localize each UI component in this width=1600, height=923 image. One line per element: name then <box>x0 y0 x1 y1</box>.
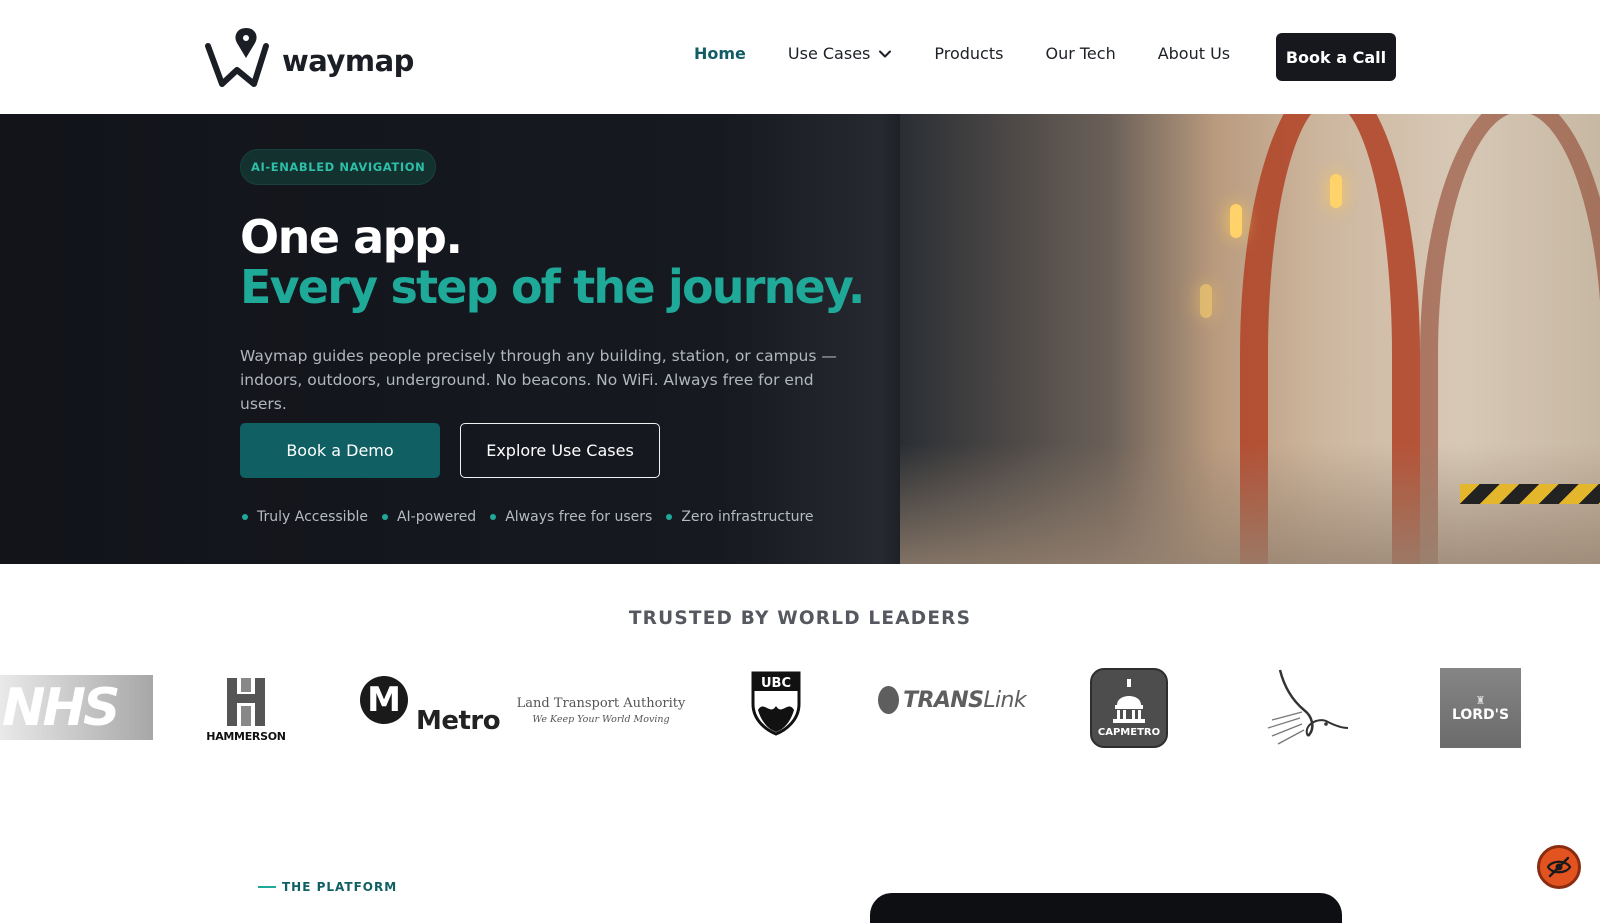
nhs-logo: NHS <box>0 675 153 740</box>
book-a-demo-button[interactable]: Book a Demo <box>240 423 440 478</box>
feature-item: Zero infrastructure <box>666 509 814 525</box>
ubc-logo: UBC <box>750 670 802 736</box>
waymap-logo-icon <box>205 28 269 87</box>
feature-item: AI-powered <box>381 509 477 525</box>
bullet-dot-icon <box>490 514 497 520</box>
hero-headline-line2: Every step of the journey. <box>240 260 865 314</box>
metro-wordmark: Metro <box>416 706 501 736</box>
top-navigation: waymap Home Use Cases Products Our Tech … <box>0 0 1600 114</box>
lta-logo: Land Transport Authority We Keep Your Wo… <box>517 682 686 738</box>
light-decor <box>1330 174 1342 208</box>
explore-use-cases-button[interactable]: Explore Use Cases <box>460 423 660 478</box>
hammerson-mark-icon <box>227 677 265 726</box>
brand-name: waymap <box>282 44 414 78</box>
platform-preview-card <box>870 893 1342 923</box>
nav-home[interactable]: Home <box>694 44 746 63</box>
trusted-title: TRUSTED BY WORLD LEADERS <box>628 608 972 629</box>
bird-icon <box>1267 669 1349 745</box>
hammerson-wordmark: HAMMERSON <box>206 729 286 743</box>
book-a-call-button[interactable]: Book a Call <box>1276 33 1396 81</box>
eye-slash-icon <box>1546 856 1572 878</box>
nav-use-cases[interactable]: Use Cases <box>788 44 892 63</box>
feature-item: Truly Accessible <box>242 509 368 525</box>
capmetro-wordmark: CAPMETRO <box>1097 726 1161 738</box>
capitol-building-icon <box>1113 678 1145 723</box>
accessibility-toggle-button[interactable] <box>1537 845 1581 889</box>
bullet-dot-icon <box>666 514 673 520</box>
waymap-logo[interactable]: waymap <box>204 26 414 88</box>
bullet-dot-icon <box>242 514 248 520</box>
lta-tagline: We Keep Your World Moving <box>532 713 670 725</box>
light-decor <box>1200 284 1212 318</box>
metro-logo: M Metro <box>360 676 501 740</box>
lords-logo: ♜ LORD'S <box>1440 668 1521 748</box>
main-menu: Home Use Cases Products Our Tech About U… <box>694 44 1272 63</box>
hero-image <box>900 114 1600 564</box>
eyebrow-line-decor <box>258 886 276 888</box>
bird-logo <box>1262 666 1352 750</box>
nav-products[interactable]: Products <box>934 44 1003 63</box>
ubc-shield-icon: UBC <box>751 671 801 736</box>
feature-label: Truly Accessible <box>257 509 368 525</box>
lords-crest-icon: ♜ <box>1475 693 1486 707</box>
floor-decor <box>900 444 1600 564</box>
feature-list: Truly Accessible AI-powered Always free … <box>242 509 828 525</box>
translink-mark-icon <box>878 686 900 714</box>
capmetro-logo: CAPMETRO <box>1090 668 1168 748</box>
feature-item: Always free for users <box>490 509 652 525</box>
nav-our-tech[interactable]: Our Tech <box>1045 44 1115 63</box>
translink-wordmark-bold: TRANS <box>903 687 984 713</box>
hero-section: AI-ENABLED NAVIGATION One app. Every ste… <box>0 114 1600 564</box>
lords-wordmark: LORD'S <box>1451 706 1510 723</box>
chevron-down-icon <box>879 50 892 57</box>
nav-use-cases-label: Use Cases <box>787 44 871 63</box>
partner-logo-strip: NHS HAMMERSON M Metro Land Transport Aut… <box>0 660 1600 756</box>
platform-eyebrow-label: THE PLATFORM <box>282 880 398 894</box>
feature-label: Zero infrastructure <box>681 509 814 525</box>
hero-description: Waymap guides people precisely through a… <box>240 347 837 413</box>
translink-wordmark-light: Link <box>983 687 1026 713</box>
ubc-wordmark: UBC <box>761 676 791 691</box>
feature-label: Always free for users <box>505 509 653 525</box>
nav-about-us[interactable]: About Us <box>1158 44 1230 63</box>
lta-wordmark: Land Transport Authority <box>516 695 686 711</box>
feature-label: AI-powered <box>396 509 477 525</box>
hero-headline-line1: One app. <box>240 210 463 264</box>
hero-badge: AI-ENABLED NAVIGATION <box>240 149 437 185</box>
hammerson-logo: HAMMERSON <box>206 674 286 744</box>
bullet-dot-icon <box>381 514 388 520</box>
caution-stripe-decor <box>1460 484 1600 504</box>
translink-logo: TRANS Link <box>878 680 1027 720</box>
platform-eyebrow: THE PLATFORM <box>258 880 397 894</box>
metro-m-mark: M <box>360 676 408 724</box>
light-decor <box>1230 204 1242 238</box>
